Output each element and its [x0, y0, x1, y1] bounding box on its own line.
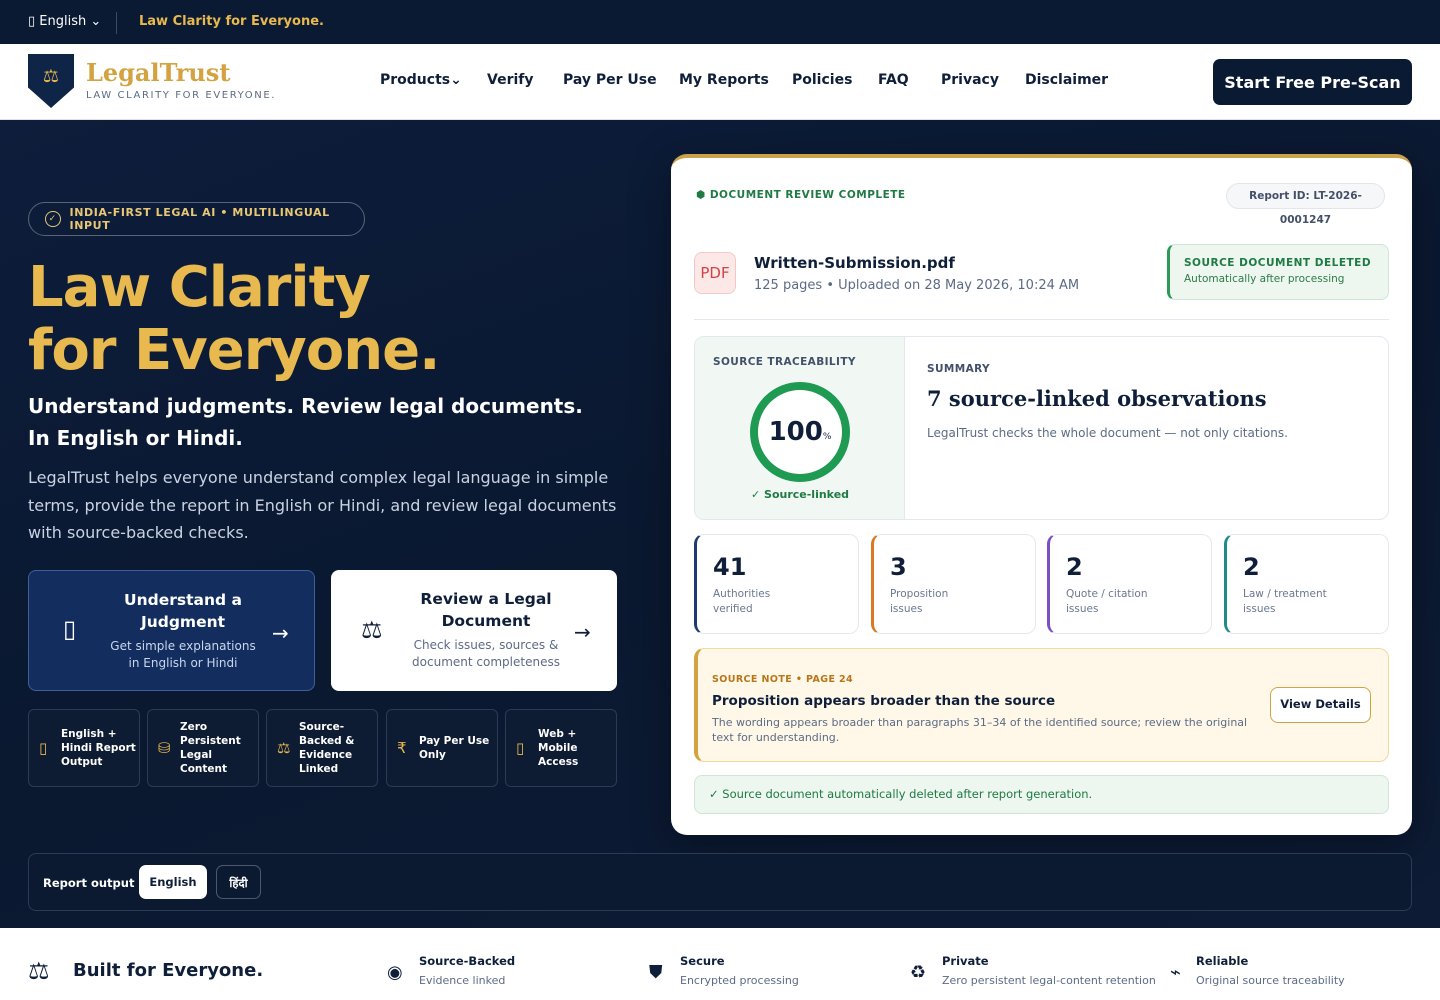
language-selector[interactable]: ▯ English ⌄	[28, 14, 101, 29]
feature-source-backed: ⚖ Source-Backed & Evidence Linked	[266, 709, 378, 787]
rupee-icon: ₹	[397, 739, 407, 757]
check-circle-icon: ✓	[45, 211, 61, 227]
pdf-file-icon: PDF	[694, 252, 736, 294]
report-output-label: Report output	[43, 876, 135, 890]
traceability-value: 100	[768, 417, 823, 447]
summary-label: SUMMARY	[927, 363, 991, 375]
link-icon: ⌁	[1170, 962, 1181, 983]
feature-english-hindi: ▯ English + Hindi Report Output	[28, 709, 140, 787]
shield-icon: ⛊	[649, 962, 663, 983]
nav-my-reports[interactable]: My Reports	[679, 72, 769, 88]
traceability-panel: SOURCE TRACEABILITY 100% ✓ Source-linked…	[694, 336, 1389, 520]
nav-disclaimer[interactable]: Disclaimer	[1025, 72, 1108, 88]
recycle-icon: ♻	[910, 962, 927, 983]
review-status: ⬢ DOCUMENT REVIEW COMPLETE	[696, 189, 906, 201]
note-kicker: SOURCE NOTE • PAGE 24	[712, 674, 854, 685]
topbar-tagline: Law Clarity for Everyone.	[139, 14, 324, 29]
card-title: Understand a Judgment	[124, 591, 242, 631]
feature-zero-persistent: ⛁ Zero Persistent Legal Content	[147, 709, 259, 787]
traceability-unit: %	[822, 432, 832, 442]
built-for-everyone-title: Built for Everyone.	[73, 960, 264, 981]
feature-web-mobile: ▯ Web + Mobile Access	[505, 709, 617, 787]
nav-pay-per-use[interactable]: Pay Per Use	[563, 72, 657, 88]
feature-title: Source-Backed	[419, 954, 516, 968]
stat-law-treatment: 2 Law / treatment issues	[1224, 534, 1389, 634]
traceability-ring: 100%	[750, 382, 850, 482]
hero-subtitle: Understand judgments. Review legal docum…	[28, 394, 583, 450]
card-subtitle: Get simple explanations in English or Hi…	[110, 639, 256, 670]
feature-title: Secure	[680, 954, 725, 968]
arrow-right-icon: →	[272, 621, 289, 645]
understand-judgment-card[interactable]: ▯ Understand a Judgment Get simple expla…	[28, 570, 315, 691]
feature-subtitle: Encrypted processing	[680, 974, 799, 987]
note-title: Proposition appears broader than the sou…	[712, 693, 1056, 709]
device-icon: ▯	[516, 739, 525, 757]
nav-verify[interactable]: Verify	[487, 72, 533, 88]
feature-title: Reliable	[1196, 954, 1249, 968]
brand-tagline: LAW CLARITY FOR EVERYONE.	[86, 90, 277, 101]
source-linked-caption: ✓ Source-linked	[750, 488, 850, 501]
stat-quote-citation: 2 Quote / citation issues	[1047, 534, 1212, 634]
stat-proposition: 3 Proposition issues	[871, 534, 1036, 634]
deletion-footer: ✓ Source document automatically deleted …	[694, 775, 1389, 814]
target-icon: ◉	[387, 962, 403, 983]
brand-name[interactable]: LegalTrust	[86, 58, 230, 87]
output-hindi-button[interactable]: हिंदी	[216, 865, 261, 899]
feature-subtitle: Zero persistent legal-content retention	[942, 974, 1156, 987]
feature-pay-per-use: ₹ Pay Per Use Only	[386, 709, 498, 787]
language-label: English	[39, 14, 87, 29]
start-pre-scan-button[interactable]: Start Free Pre-Scan	[1213, 59, 1412, 105]
nav-privacy[interactable]: Privacy	[941, 72, 999, 88]
report-output-bar: Report output English हिंदी	[28, 853, 1412, 911]
file-name: Written-Submission.pdf	[754, 254, 955, 272]
card-title: Review a Legal Document	[420, 590, 552, 630]
document-icon: ▯	[63, 615, 77, 643]
review-document-card[interactable]: ⚖ Review a Legal Document Check issues, …	[331, 570, 617, 691]
report-id-badge: Report ID: LT-2026-0001247	[1226, 183, 1385, 226]
hero-title: Law Clarity for Everyone.	[28, 255, 440, 383]
hero-pill: ✓ INDIA-FIRST LEGAL AI • MULTILINGUAL INP…	[28, 202, 365, 236]
output-english-button[interactable]: English	[139, 865, 207, 899]
hero-description: LegalTrust helps everyone understand com…	[28, 468, 617, 542]
scales-icon: ⚖	[28, 957, 50, 985]
traceability-label: SOURCE TRACEABILITY	[713, 356, 856, 368]
source-note: SOURCE NOTE • PAGE 24 Proposition appear…	[694, 648, 1389, 762]
arrow-right-icon: →	[574, 620, 591, 644]
divider	[694, 319, 1389, 320]
feature-title: Private	[942, 954, 989, 968]
summary-subtitle: LegalTrust checks the whole document — n…	[927, 426, 1288, 440]
scales-icon: ⚖	[277, 739, 291, 757]
note-text: The wording appears broader than paragra…	[712, 716, 1248, 744]
scales-icon: ⚖	[42, 66, 60, 87]
translate-icon: ▯	[39, 739, 48, 757]
nav-faq[interactable]: FAQ	[878, 72, 909, 88]
card-subtitle: Check issues, sources & document complet…	[412, 638, 560, 669]
nav-products[interactable]: Products⌄	[380, 72, 462, 88]
feature-subtitle: Original source traceability	[1196, 974, 1345, 987]
view-details-button[interactable]: View Details	[1270, 687, 1371, 723]
stat-authorities: 41 Authorities verified	[694, 534, 859, 634]
summary-title: 7 source-linked observations	[927, 386, 1267, 411]
file-meta: 125 pages • Uploaded on 28 May 2026, 10:…	[754, 278, 1080, 293]
traceability-box: SOURCE TRACEABILITY 100% ✓ Source-linked	[695, 337, 905, 519]
feature-subtitle: Evidence linked	[419, 974, 506, 987]
nav-policies[interactable]: Policies	[792, 72, 852, 88]
topbar-divider	[116, 12, 117, 34]
scales-icon: ⚖	[361, 616, 383, 644]
lock-icon: ⛁	[158, 739, 171, 757]
source-deleted-badge: SOURCE DOCUMENT DELETED Automatically af…	[1167, 244, 1389, 300]
